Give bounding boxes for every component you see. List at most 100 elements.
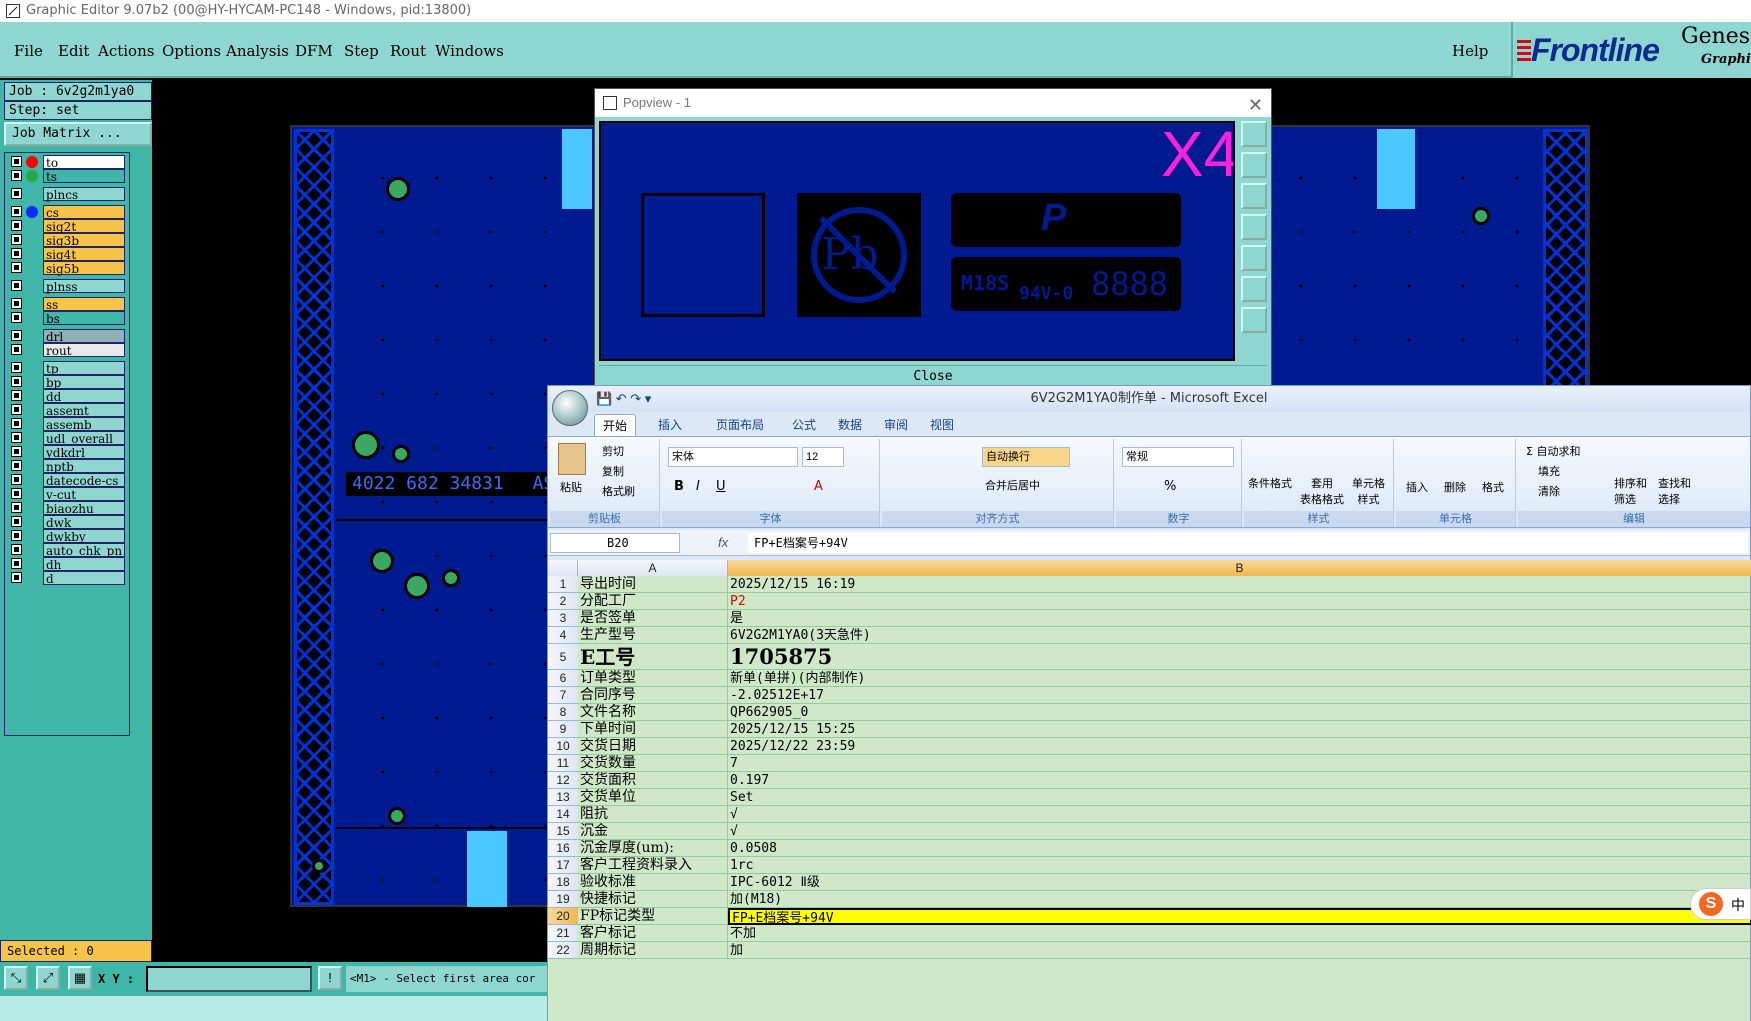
cell-a[interactable]: 交货日期 bbox=[578, 738, 728, 755]
layer-row-drl[interactable]: drl bbox=[9, 329, 127, 344]
layer-checkbox[interactable] bbox=[11, 312, 22, 323]
layer-name[interactable]: sig3b bbox=[43, 233, 125, 248]
layer-checkbox[interactable] bbox=[11, 248, 22, 259]
paste-button[interactable]: 粘贴 bbox=[560, 479, 582, 495]
layer-checkbox[interactable] bbox=[11, 404, 22, 415]
layer-name[interactable]: datecode-cs bbox=[43, 473, 125, 488]
ime-indicator[interactable]: S 中 bbox=[1690, 888, 1751, 920]
cell-b[interactable]: Set bbox=[728, 789, 1751, 806]
cell-b[interactable]: 新单(单拼)(内部制作) bbox=[728, 670, 1751, 687]
row-header[interactable]: 10 bbox=[548, 738, 578, 755]
layer-row-d[interactable]: d bbox=[9, 571, 127, 586]
zoom-out-icon[interactable] bbox=[1241, 276, 1267, 302]
layer-row-cs[interactable]: cs bbox=[9, 205, 127, 220]
layer-row-sig2t[interactable]: sig2t bbox=[9, 219, 127, 234]
tab-data[interactable]: 数据 bbox=[830, 414, 870, 436]
layer-checkbox[interactable] bbox=[11, 558, 22, 569]
copy-button[interactable]: 复制 bbox=[602, 463, 624, 479]
layer-row-sig4t[interactable]: sig4t bbox=[9, 247, 127, 262]
layer-name[interactable]: sig5b bbox=[43, 261, 125, 276]
layer-row-datecode-cs[interactable]: datecode-cs bbox=[9, 473, 127, 488]
layer-checkbox[interactable] bbox=[11, 544, 22, 555]
row-header[interactable]: 13 bbox=[548, 789, 578, 806]
layer-row-plnss[interactable]: plnss bbox=[9, 279, 127, 294]
layer-name[interactable]: to bbox=[43, 155, 125, 170]
tab-home[interactable]: 开始 bbox=[594, 414, 637, 436]
layer-checkbox[interactable] bbox=[11, 530, 22, 541]
cell-a[interactable]: 导出时间 bbox=[578, 576, 728, 593]
layer-name[interactable]: assemb bbox=[43, 417, 125, 432]
cell-a[interactable]: 阻抗 bbox=[578, 806, 728, 823]
layer-checkbox[interactable] bbox=[11, 502, 22, 513]
menu-analysis[interactable]: Analysis bbox=[226, 42, 289, 60]
merge-center-button[interactable]: 合并后居中 bbox=[982, 477, 1074, 497]
layer-checkbox[interactable] bbox=[11, 488, 22, 499]
grid-icon[interactable]: ▦ bbox=[68, 966, 92, 990]
cell-a[interactable]: 交货面积 bbox=[578, 772, 728, 789]
cell-b[interactable]: IPC-6012 Ⅱ级 bbox=[728, 874, 1751, 891]
job-matrix-button[interactable]: Job Matrix ... bbox=[4, 122, 152, 146]
row-header[interactable]: 18 bbox=[548, 874, 578, 891]
menu-dfm[interactable]: DFM bbox=[295, 42, 333, 60]
layer-row-ss[interactable]: ss bbox=[9, 297, 127, 312]
font-size-select[interactable]: 12 bbox=[802, 447, 844, 467]
row-header[interactable]: 16 bbox=[548, 840, 578, 857]
table-format-button[interactable]: 套用 表格格式 bbox=[1300, 475, 1344, 507]
menu-windows[interactable]: Windows bbox=[435, 42, 504, 60]
formula-input[interactable]: FP+E档案号+94V bbox=[748, 533, 1748, 553]
info-icon[interactable]: ! bbox=[318, 966, 342, 990]
layer-name[interactable]: auto_chk_pn bbox=[43, 543, 125, 558]
tab-formulas[interactable]: 公式 bbox=[784, 414, 824, 436]
layer-row-ydkdrl[interactable]: ydkdrl bbox=[9, 445, 127, 460]
cell-b[interactable]: 0.0508 bbox=[728, 840, 1751, 857]
menu-help[interactable]: Help bbox=[1452, 42, 1488, 60]
layer-name[interactable]: ss bbox=[43, 297, 125, 312]
layer-name[interactable]: biaozhu bbox=[43, 501, 125, 516]
menu-options[interactable]: Options bbox=[162, 42, 221, 60]
layer-row-rout[interactable]: rout bbox=[9, 343, 127, 358]
cell-a[interactable]: 快捷标记 bbox=[578, 891, 728, 908]
column-header-a[interactable]: A bbox=[578, 560, 728, 576]
fill-button[interactable]: 填充 bbox=[1538, 463, 1560, 479]
layer-row-auto-chk-pn[interactable]: auto_chk_pn bbox=[9, 543, 127, 558]
xy-input[interactable] bbox=[146, 966, 312, 992]
layer-name[interactable]: v-cut bbox=[43, 487, 125, 502]
row-header[interactable]: 17 bbox=[548, 857, 578, 874]
layer-name[interactable]: drl bbox=[43, 329, 125, 344]
layer-row-tp[interactable]: tp bbox=[9, 361, 127, 376]
layer-name[interactable]: assemt bbox=[43, 403, 125, 418]
cell-b[interactable]: 加 bbox=[728, 942, 1751, 959]
layer-row-bp[interactable]: bp bbox=[9, 375, 127, 390]
menu-actions[interactable]: Actions bbox=[98, 42, 154, 60]
tab-page-layout[interactable]: 页面布局 bbox=[708, 414, 772, 436]
row-header[interactable]: 7 bbox=[548, 687, 578, 704]
font-color-icon[interactable]: A bbox=[814, 479, 823, 494]
layer-name[interactable]: dwkby bbox=[43, 529, 125, 544]
row-header[interactable]: 12 bbox=[548, 772, 578, 789]
quick-access-toolbar[interactable]: 💾 ↶ ↷ ▾ bbox=[596, 391, 651, 407]
layer-name[interactable]: ts bbox=[43, 169, 125, 184]
row-header[interactable]: 2 bbox=[548, 593, 578, 610]
layer-name[interactable]: bs bbox=[43, 311, 125, 326]
layer-checkbox[interactable] bbox=[11, 432, 22, 443]
layer-name[interactable]: tp bbox=[43, 361, 125, 376]
layer-name[interactable]: dd bbox=[43, 389, 125, 404]
row-header[interactable]: 19 bbox=[548, 891, 578, 908]
layer-row-ts[interactable]: ts bbox=[9, 169, 127, 184]
layer-row-bs[interactable]: bs bbox=[9, 311, 127, 326]
menu-edit[interactable]: Edit bbox=[58, 42, 89, 60]
cell-b[interactable]: -2.02512E+17 bbox=[728, 687, 1751, 704]
layer-name[interactable]: dwk bbox=[43, 515, 125, 530]
underline-icon[interactable]: U bbox=[716, 479, 726, 494]
cell-b[interactable]: √ bbox=[728, 806, 1751, 823]
layer-checkbox[interactable] bbox=[11, 344, 22, 355]
layer-row-sig3b[interactable]: sig3b bbox=[9, 233, 127, 248]
cell-b[interactable]: QP662905_0 bbox=[728, 704, 1751, 721]
row-header[interactable]: 21 bbox=[548, 925, 578, 942]
layer-checkbox[interactable] bbox=[11, 220, 22, 231]
cell-b[interactable]: 加(M18) bbox=[728, 891, 1751, 908]
layer-name[interactable]: rout bbox=[43, 343, 125, 358]
row-header[interactable]: 6 bbox=[548, 670, 578, 687]
layer-name[interactable]: ydkdrl bbox=[43, 445, 125, 460]
layer-checkbox[interactable] bbox=[11, 390, 22, 401]
